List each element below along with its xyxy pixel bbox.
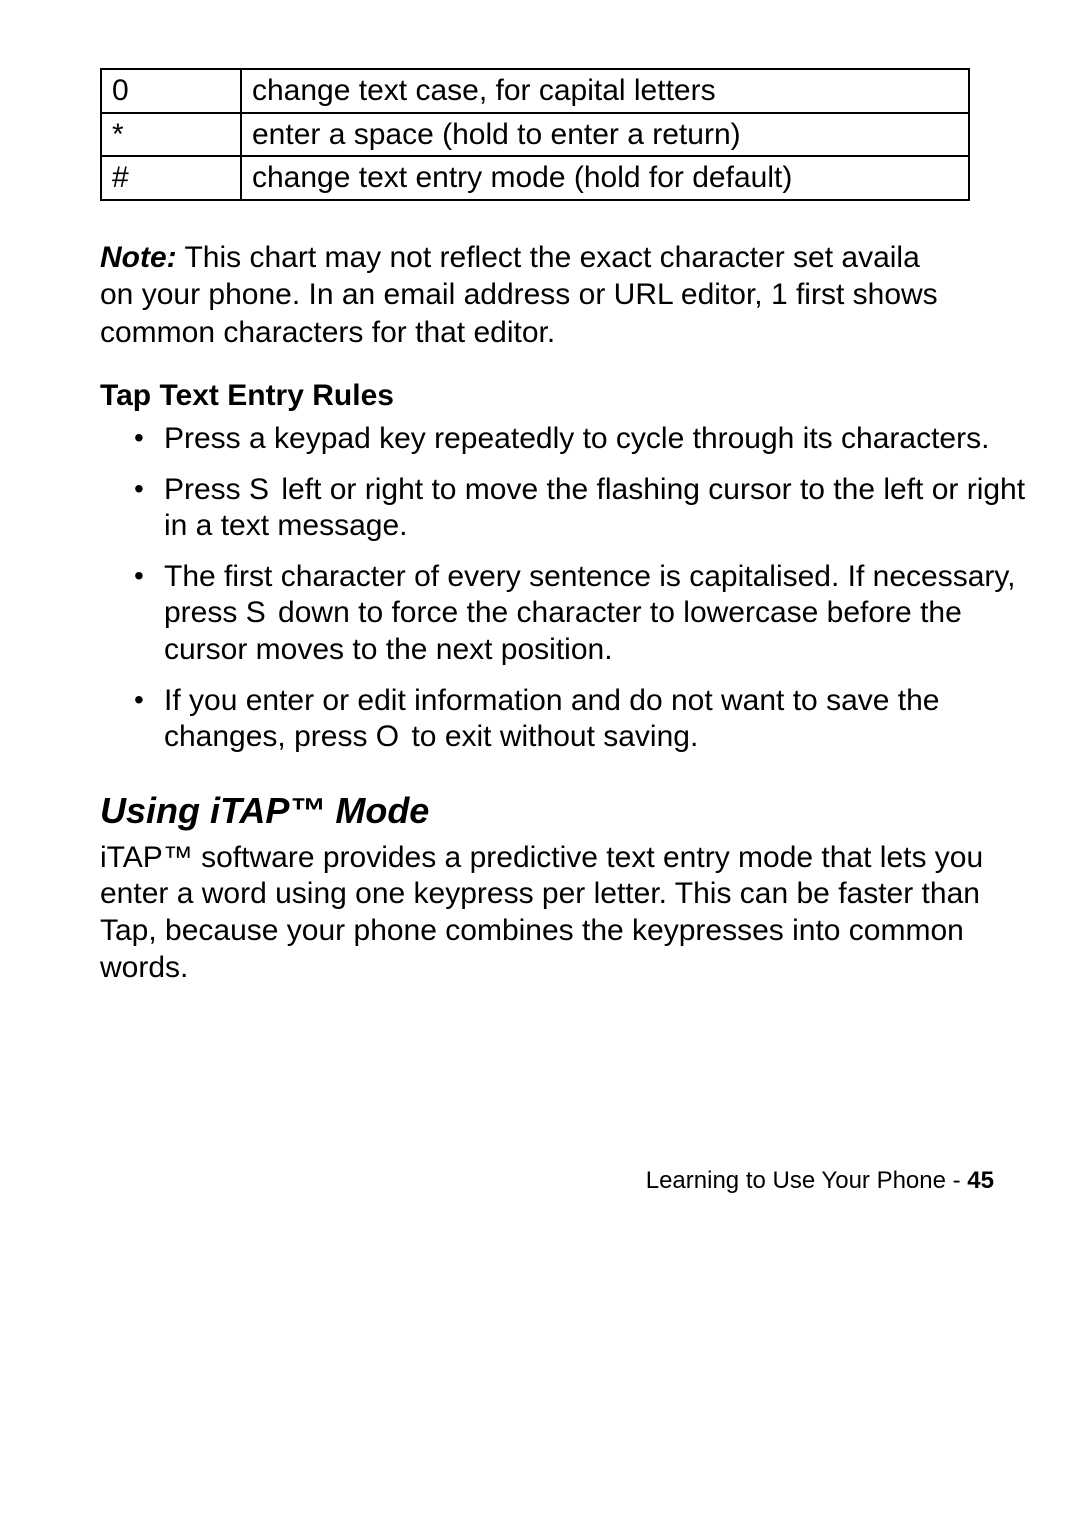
table-row: * enter a space (hold to enter a return) bbox=[101, 113, 969, 157]
footer-section-name: Learning to Use Your Phone bbox=[646, 1167, 946, 1194]
page-footer: Learning to Use Your Phone - 45 bbox=[646, 1167, 994, 1195]
end-key-glyph: O bbox=[376, 720, 403, 753]
body-text: iTAP™ software provides a predictive tex… bbox=[100, 841, 983, 911]
key-cell: 0 bbox=[101, 69, 241, 113]
list-item: Press a keypad key repeatedly to cycle t… bbox=[164, 421, 1044, 458]
page: 0 change text case, for capital letters … bbox=[0, 0, 1080, 1525]
page-number: 45 bbox=[967, 1167, 994, 1194]
itap-heading: Using iTAP™ Mode bbox=[100, 790, 1058, 832]
note-text: on your phone. In an email address or UR… bbox=[100, 278, 771, 311]
note-text: first shows bbox=[788, 278, 938, 311]
body-text: Tap, bbox=[100, 914, 157, 947]
key-cell: * bbox=[101, 113, 241, 157]
desc-cell: enter a space (hold to enter a return) bbox=[241, 113, 969, 157]
note-paragraph: Note: This chart may not reflect the exa… bbox=[100, 239, 1058, 352]
note-label: Note: bbox=[100, 241, 177, 274]
content-area: 0 change text case, for capital letters … bbox=[100, 68, 1058, 1525]
desc-cell: change text case, for capital letters bbox=[241, 69, 969, 113]
table-row: 0 change text case, for capital letters bbox=[101, 69, 969, 113]
nav-key-glyph: S bbox=[249, 473, 273, 506]
note-key-glyph: 1 bbox=[771, 278, 788, 311]
body-text: because your phone combines the keypress… bbox=[100, 914, 964, 984]
desc-cell: change text entry mode (hold for default… bbox=[241, 156, 969, 200]
key-cell: # bbox=[101, 156, 241, 200]
list-text: to exit without saving. bbox=[403, 720, 698, 753]
list-text: Press bbox=[164, 473, 249, 506]
note-text: common characters for that editor. bbox=[100, 316, 555, 349]
list-text: down to force the character to lowercase… bbox=[164, 596, 962, 666]
list-item: If you enter or edit information and do … bbox=[164, 683, 1044, 756]
nav-key-glyph: S bbox=[246, 596, 270, 629]
list-text: left or right to move the flashing curso… bbox=[164, 473, 1025, 543]
list-text: Press a keypad key repeatedly to cycle t… bbox=[164, 422, 989, 455]
itap-body: iTAP™ software provides a predictive tex… bbox=[100, 840, 1000, 986]
footer-separator: - bbox=[946, 1167, 967, 1194]
tap-rules-list: Press a keypad key repeatedly to cycle t… bbox=[100, 421, 1058, 756]
table-body: 0 change text case, for capital letters … bbox=[101, 69, 969, 200]
list-item: Press S left or right to move the flashi… bbox=[164, 472, 1044, 545]
key-function-table: 0 change text case, for capital letters … bbox=[100, 68, 970, 201]
note-text: This chart may not reflect the exact cha… bbox=[177, 241, 920, 274]
list-item: The first character of every sentence is… bbox=[164, 559, 1044, 669]
table-row: # change text entry mode (hold for defau… bbox=[101, 156, 969, 200]
tap-rules-heading: Tap Text Entry Rules bbox=[100, 379, 1058, 413]
